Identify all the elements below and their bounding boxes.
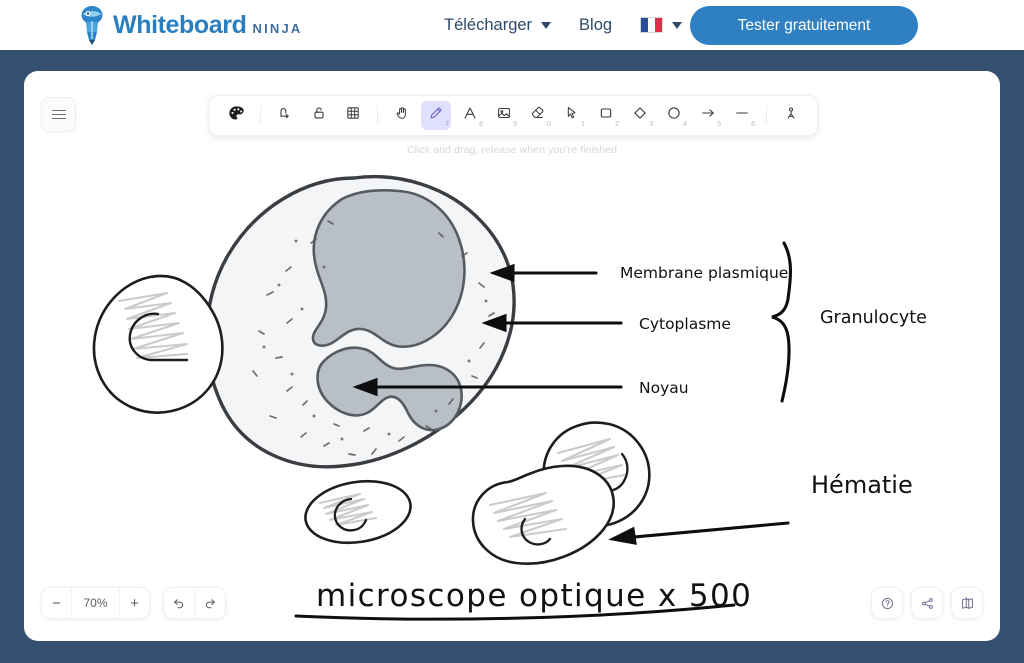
ellipse-icon-button[interactable]: 4 [659,101,689,130]
drawing-layer: .ink { stroke:#1d1d1f; fill:none; stroke… [92,174,927,621]
nav-links: Télécharger Blog [430,0,696,50]
palette-icon-button[interactable] [221,101,251,130]
line-icon-button[interactable]: 6 [727,101,757,130]
share-icon [921,597,933,609]
app-frame: 7 8 9 0 1 2 3 4 5 6 Click and drag, rele… [0,50,1024,663]
hand-icon-button[interactable] [387,101,417,130]
grid-icon-button[interactable] [338,101,368,130]
zoom-level-value[interactable]: 70% [71,588,120,618]
granulocyte-brace [771,241,793,403]
tool-palette[interactable]: 7 8 9 0 1 2 3 4 5 6 [209,95,818,136]
eraser-icon-button[interactable]: 0 [523,101,553,130]
lock-icon-button[interactable] [304,101,334,130]
help-icon [881,597,893,609]
toolbar-divider [377,106,378,125]
arrow-shortcut: 5 [717,121,721,128]
arrow-icon-button[interactable]: 5 [693,101,723,130]
library-icon [961,596,973,609]
toolbar-divider [260,106,261,125]
caption-underline [294,603,736,621]
nav-item-blog-label: Blog [579,15,613,34]
hamburger-menu[interactable] [41,97,76,132]
image-shortcut: 9 [513,121,517,128]
undo-button[interactable] [164,588,194,618]
try-free-button[interactable]: Tester gratuitement [690,6,918,45]
rbc-pair-a-shape [471,464,615,565]
undo-icon [174,599,184,609]
chevron-down-icon [541,21,552,29]
eraser-shortcut: 0 [547,121,551,128]
help-button[interactable] [871,587,903,619]
whiteboard-ninja-logo-icon [78,5,106,45]
french-flag-icon [640,17,664,33]
ellipse-shortcut: 4 [683,121,687,128]
lock-shape-icon-button[interactable] [270,101,300,130]
pencil-shortcut: 7 [445,121,449,128]
zoom-controls: − 70% + [41,587,226,619]
redo-button[interactable] [194,588,225,618]
diamond-shortcut: 3 [649,121,653,128]
rbc-left-shape [92,274,224,414]
brand-name: Whiteboard [113,10,247,39]
zoom-in-button[interactable]: + [120,588,149,618]
redo-icon [205,599,215,609]
select-icon-button[interactable]: 1 [557,101,587,130]
rbc-small-bottom-shape [304,479,412,545]
diamond-icon-button[interactable]: 3 [625,101,655,130]
line-shortcut: 6 [751,121,755,128]
annotation-arrows [352,263,790,545]
hamburger-icon [51,107,66,122]
chevron-down-icon [672,21,683,29]
top-navigation-bar: Whiteboard NINJA Télécharger Blog Tester… [0,0,1024,50]
nav-item-telecharger-label: Télécharger [444,15,533,34]
annotation-noyau: Noyau [639,379,689,397]
select-shortcut: 1 [581,121,585,128]
laser-pointer-icon-button[interactable] [776,101,806,130]
image-icon-button[interactable]: 9 [489,101,519,130]
nav-item-blog[interactable]: Blog [565,16,626,35]
share-button[interactable] [911,587,943,619]
tool-hint-text: Click and drag, release when you're fini… [406,144,618,156]
brand-logo[interactable]: Whiteboard NINJA [78,5,303,45]
rbc-pair-b-shape [542,421,651,528]
whiteboard-canvas[interactable]: 7 8 9 0 1 2 3 4 5 6 Click and drag, rele… [24,71,1000,641]
toolbar-divider [766,106,767,125]
library-button[interactable] [951,587,983,619]
annotation-membrane-plasmique: Membrane plasmique [620,264,788,282]
zoom-out-button[interactable]: − [42,588,71,618]
zoom-pill: − 70% + [41,587,150,619]
text-shortcut: 8 [479,121,483,128]
utility-controls [871,587,983,619]
granulocyte-cell-shape [205,174,516,469]
language-switcher[interactable] [626,17,696,33]
annotation-caption: microscope optique x 500 [316,578,752,614]
text-icon-button[interactable]: 8 [455,101,485,130]
nav-item-telecharger[interactable]: Télécharger [430,16,565,35]
rectangle-shortcut: 2 [615,121,619,128]
rectangle-icon-button[interactable]: 2 [591,101,621,130]
brand-suffix: NINJA [252,20,303,36]
annotation-hematie: Hématie [811,471,913,499]
annotation-cytoplasme: Cytoplasme [639,315,731,333]
history-pill [163,587,226,619]
annotation-granulocyte: Granulocyte [820,308,927,328]
pencil-icon-button[interactable]: 7 [421,101,451,130]
